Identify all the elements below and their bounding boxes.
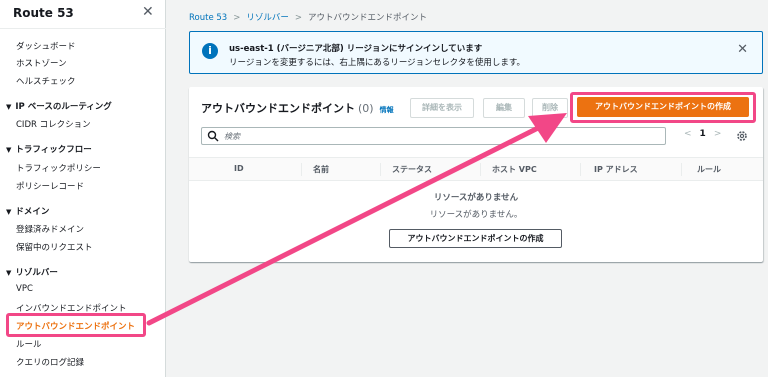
sidebar-item-pending-requests[interactable]: 保留中のリクエスト [16,241,93,253]
sidebar-group-domains[interactable]: ▼ ドメイン [6,205,49,217]
sidebar-group-resolver[interactable]: ▼ リゾルバー [6,266,58,278]
banner-title: us-east-1 (バージニア北部) リージョンにサインインしています [229,44,483,54]
search-placeholder: 検索 [224,132,240,141]
sidebar-item-policy-records[interactable]: ポリシーレコード [16,180,84,192]
sidebar-group-ip-routing[interactable]: ▼ IP ベースのルーティング [6,100,112,112]
breadcrumb-resolver[interactable]: リゾルバー [246,13,289,23]
chevron-right-icon: > [233,13,241,23]
search-icon [207,130,219,142]
caret-down-icon: ▼ [6,146,12,154]
close-icon[interactable]: ✕ [142,4,154,20]
column-divider [301,163,302,176]
sidebar-divider [0,28,166,29]
sidebar-group-label: IP ベースのルーティング [15,102,112,112]
sidebar-title: Route 53 [13,6,74,20]
view-details-button[interactable]: 詳細を表示 [410,98,474,118]
chevron-right-icon: > [294,13,302,23]
info-icon: i [202,43,218,59]
delete-button[interactable]: 削除 [532,98,568,118]
sidebar-item-rules[interactable]: ルール [16,338,42,350]
breadcrumb-current: アウトバウンドエンドポイント [307,13,427,23]
sidebar-group-label: リゾルバー [15,268,58,278]
panel-count: (0) [358,102,374,115]
info-banner: i us-east-1 (バージニア北部) リージョンにサインインしています リ… [189,31,763,74]
caret-down-icon: ▼ [6,208,12,216]
column-divider [681,163,682,176]
panel-title-text: アウトバウンドエンドポイント [201,102,355,115]
gear-icon[interactable] [736,130,748,142]
table-header: ID 名前 ステータス ホスト VPC IP アドレス ルール [189,157,763,181]
page-number[interactable]: 1 [700,129,706,139]
search-input[interactable]: 検索 [201,127,666,145]
column-host-vpc[interactable]: ホスト VPC [492,164,537,175]
sidebar-item-registered-domains[interactable]: 登録済みドメイン [16,223,84,235]
column-id[interactable]: ID [234,164,244,173]
endpoints-panel: アウトバウンドエンドポイント (0) 情報 詳細を表示 編集 削除 アウトバウンドエ… [189,87,763,262]
banner-text: リージョンを変更するには、右上隅にあるリージョンセレクタを使用します。 [229,58,525,68]
caret-down-icon: ▼ [6,269,12,277]
annotation-highlight-sidebar [6,313,146,337]
sidebar-item-health-checks[interactable]: ヘルスチェック [16,75,76,87]
column-ip-address[interactable]: IP アドレス [594,164,638,175]
edit-button[interactable]: 編集 [483,98,525,118]
create-endpoint-empty-button[interactable]: アウトバウンドエンドポイントの作成 [389,229,562,248]
sidebar-item-dashboard[interactable]: ダッシュボード [16,40,76,52]
column-rules[interactable]: ルール [697,164,721,175]
column-divider [580,163,581,176]
sidebar-item-cidr-collections[interactable]: CIDR コレクション [16,118,91,130]
info-link[interactable]: 情報 [380,106,394,114]
close-icon[interactable]: ✕ [737,42,748,57]
caret-down-icon: ▼ [6,103,12,111]
sidebar-item-query-logging[interactable]: クエリのログ記録 [16,356,84,368]
column-divider [380,163,381,176]
panel-title: アウトバウンドエンドポイント (0) 情報 [201,100,394,116]
chevron-right-icon[interactable]: > [714,129,722,139]
column-status[interactable]: ステータス [392,164,432,175]
breadcrumb: Route 53 > リゾルバー > アウトバウンドエンドポイント [189,11,427,23]
column-divider [480,163,481,176]
breadcrumb-route53[interactable]: Route 53 [189,13,227,23]
sidebar-group-traffic-flow[interactable]: ▼ トラフィックフロー [6,143,92,155]
sidebar-item-hosted-zones[interactable]: ホストゾーン [16,57,67,69]
chevron-left-icon[interactable]: < [684,129,692,139]
column-name[interactable]: 名前 [313,164,329,175]
annotation-highlight-button [570,92,756,123]
sidebar-item-vpcs[interactable]: VPC [16,284,33,294]
pagination: <1 > [676,129,729,139]
empty-state-text: リソースがありません。 [429,210,523,220]
sidebar-group-label: ドメイン [15,207,50,217]
sidebar-group-label: トラフィックフロー [15,145,92,155]
sidebar-item-traffic-policies[interactable]: トラフィックポリシー [16,162,101,174]
empty-state-title: リソースがありません [433,193,519,203]
